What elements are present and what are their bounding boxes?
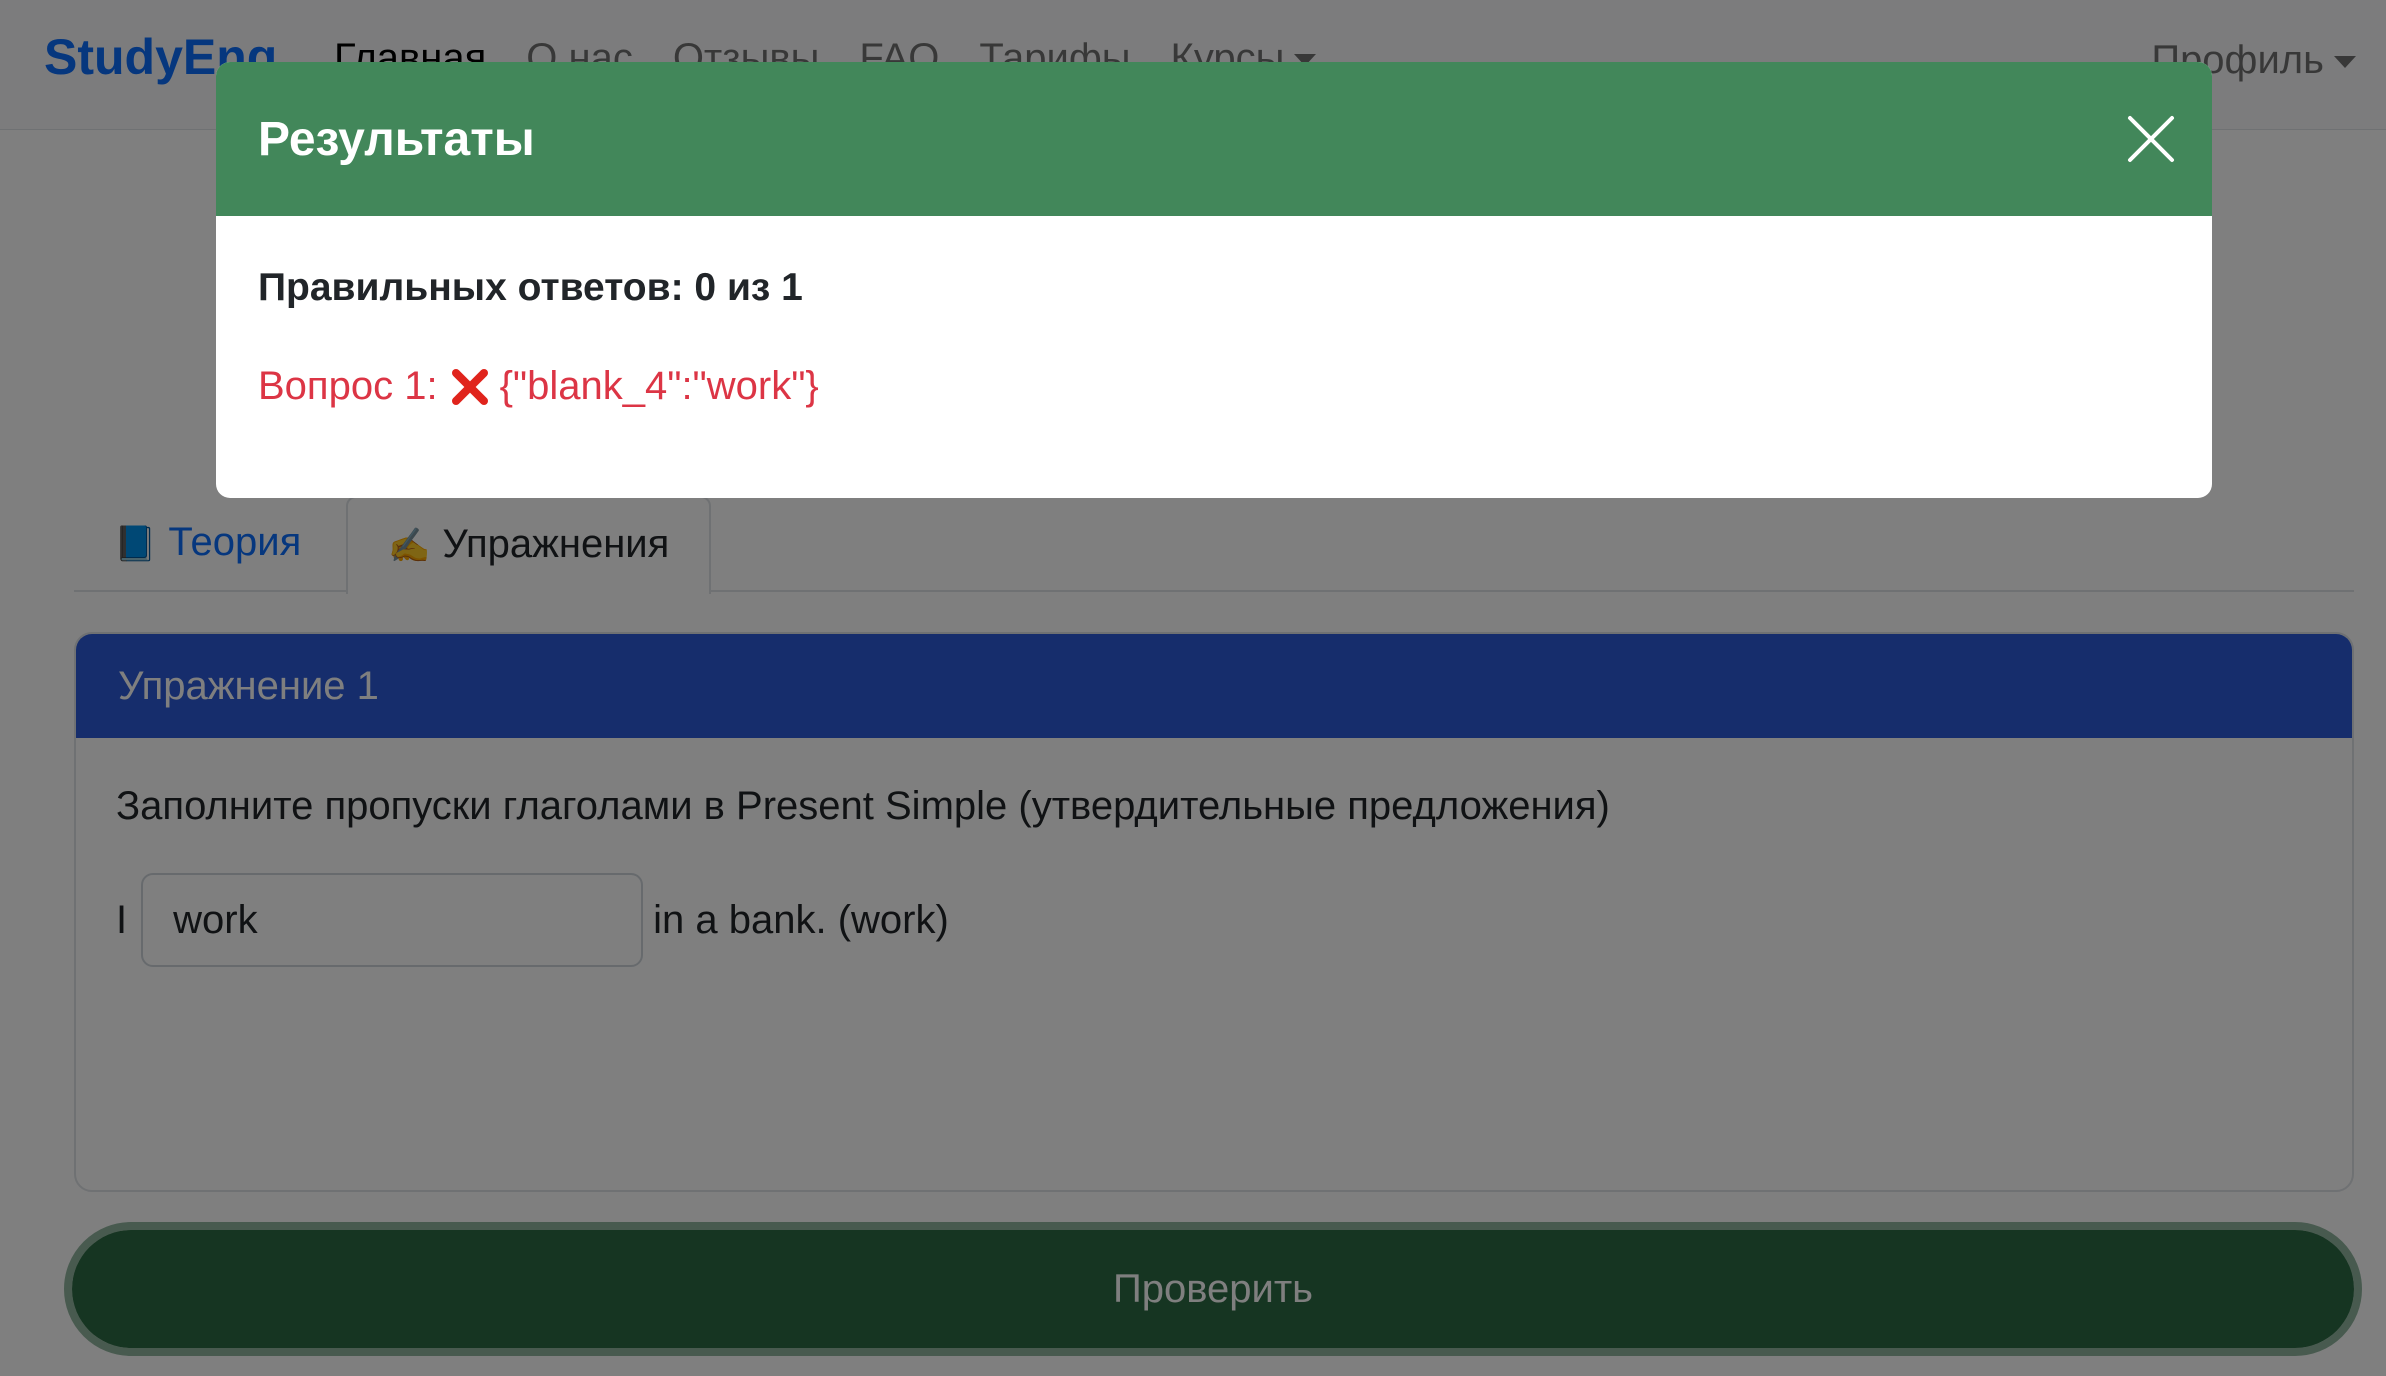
question-label: Вопрос 1: [258, 364, 438, 408]
cross-mark-icon [451, 368, 488, 405]
answer-result: Вопрос 1: {"blank_4":"work"} [258, 364, 2170, 409]
modal-header: Результаты [216, 62, 2212, 216]
page: StudyEng Главная О нас Отзывы FAQ Тарифы… [0, 0, 2386, 1376]
modal-title: Результаты [258, 113, 535, 166]
modal-body: Правильных ответов: 0 из 1 Вопрос 1: {"b… [216, 216, 2212, 459]
score-text: Правильных ответов: 0 из 1 [258, 266, 803, 309]
answer-value: {"blank_4":"work"} [499, 364, 819, 408]
results-modal: Результаты Правильных ответов: 0 из 1 Во… [216, 62, 2212, 498]
close-icon[interactable] [2124, 112, 2178, 166]
